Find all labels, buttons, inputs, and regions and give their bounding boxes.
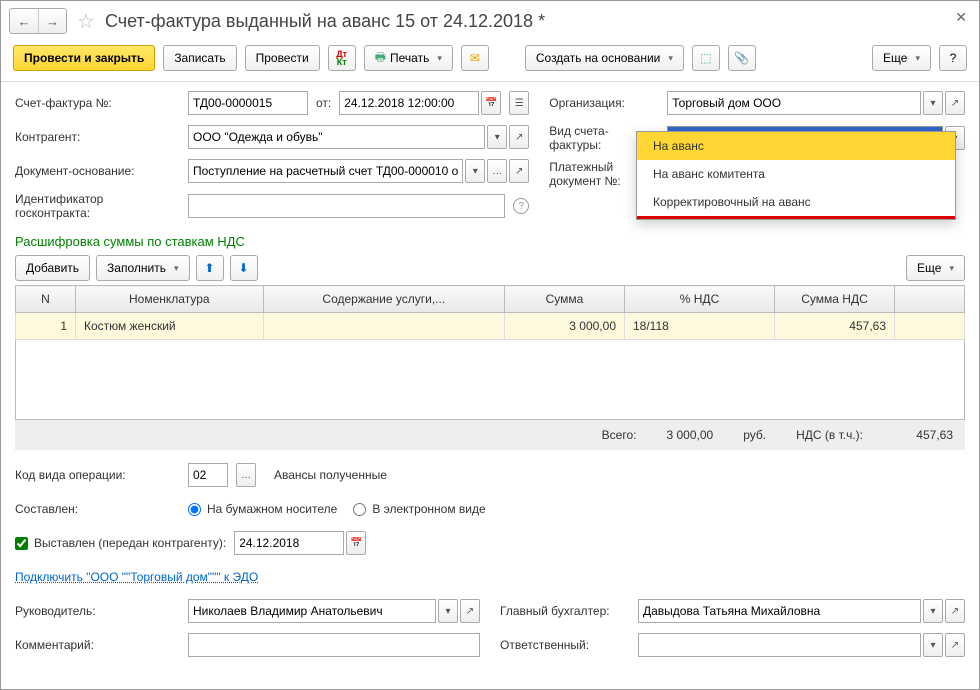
help-icon[interactable]: ?: [513, 198, 529, 214]
issued-date-input[interactable]: [234, 531, 344, 555]
invoice-number-label: Счет-фактура №:: [15, 96, 180, 110]
forward-button[interactable]: →: [38, 9, 66, 33]
organization-label: Организация:: [549, 96, 659, 110]
currency-label: руб.: [743, 428, 766, 442]
accountant-input[interactable]: [638, 599, 921, 623]
print-label: Печать: [390, 51, 429, 65]
director-input[interactable]: [188, 599, 436, 623]
electronic-radio[interactable]: В электронном виде: [353, 502, 485, 516]
gov-contract-label: Идентификатор госконтракта:: [15, 192, 180, 220]
open-icon[interactable]: ↗: [945, 633, 965, 657]
cell-vat-rate: 18/118: [625, 313, 775, 340]
table-more-button[interactable]: Еще: [906, 255, 965, 281]
basis-input[interactable]: [188, 159, 463, 183]
col-extra: [895, 286, 965, 313]
print-status-icon[interactable]: ☰: [509, 91, 529, 115]
responsible-label: Ответственный:: [500, 638, 630, 652]
calendar-icon[interactable]: 📅: [481, 91, 501, 115]
more-button[interactable]: Еще: [872, 45, 931, 71]
add-row-button[interactable]: Добавить: [15, 255, 90, 281]
open-icon[interactable]: ↗: [509, 159, 529, 183]
col-nomenclature[interactable]: Номенклатура: [76, 286, 264, 313]
gov-contract-input[interactable]: [188, 194, 505, 218]
col-n[interactable]: N: [16, 286, 76, 313]
counterparty-label: Контрагент:: [15, 130, 180, 144]
email-button[interactable]: ✉: [461, 45, 489, 71]
calendar-icon[interactable]: 📅: [346, 531, 366, 555]
table-empty-area: [15, 340, 965, 420]
invoice-number-input[interactable]: [188, 91, 308, 115]
cell-sum: 3 000,00: [505, 313, 625, 340]
table-row[interactable]: 1 Костюм женский 3 000,00 18/118 457,63: [16, 313, 965, 340]
total-label: Всего:: [602, 428, 637, 442]
comment-input[interactable]: [188, 633, 480, 657]
op-code-select-button[interactable]: …: [236, 463, 256, 487]
select-icon[interactable]: ▾: [487, 125, 507, 149]
print-button[interactable]: 🖶 Печать: [364, 45, 453, 71]
counterparty-input[interactable]: [188, 125, 485, 149]
dropdown-highlight: [637, 216, 955, 219]
op-code-desc: Авансы полученные: [274, 468, 387, 482]
cell-vat-sum: 457,63: [775, 313, 895, 340]
totals-bar: Всего: 3 000,00 руб. НДС (в т.ч.): 457,6…: [15, 420, 965, 450]
favorite-icon[interactable]: ☆: [73, 9, 99, 34]
col-vat-rate[interactable]: % НДС: [625, 286, 775, 313]
composed-label: Составлен:: [15, 502, 180, 516]
basis-label: Документ-основание:: [15, 164, 180, 178]
list-icon[interactable]: …: [487, 159, 507, 183]
select-icon[interactable]: ▾: [923, 633, 943, 657]
select-icon[interactable]: ▾: [438, 599, 458, 623]
open-icon[interactable]: ↗: [460, 599, 480, 623]
close-icon[interactable]: ✕: [955, 9, 967, 26]
accountant-label: Главный бухгалтер:: [500, 604, 630, 618]
invoice-type-dropdown: На аванс На аванс комитента Корректирово…: [636, 131, 956, 220]
cell-service: [263, 313, 504, 340]
attach-button[interactable]: 📎: [728, 45, 756, 71]
structure-button[interactable]: ⬚: [692, 45, 720, 71]
help-button[interactable]: ?: [939, 45, 967, 71]
col-sum[interactable]: Сумма: [505, 286, 625, 313]
responsible-input[interactable]: [638, 633, 921, 657]
paper-radio[interactable]: На бумажном носителе: [188, 502, 337, 516]
vat-total-label: НДС (в т.ч.):: [796, 428, 863, 442]
nav-buttons: ← →: [9, 8, 67, 34]
vat-section-header: Расшифровка суммы по ставкам НДС: [15, 234, 965, 249]
total-value: 3 000,00: [666, 428, 713, 442]
select-icon[interactable]: ▾: [923, 91, 943, 115]
open-icon[interactable]: ↗: [509, 125, 529, 149]
dropdown-option[interactable]: На аванс: [637, 132, 955, 160]
save-button[interactable]: Записать: [163, 45, 236, 71]
cell-n: 1: [16, 313, 76, 340]
vat-total-value: 457,63: [893, 428, 953, 442]
col-service[interactable]: Содержание услуги,...: [263, 286, 504, 313]
back-button[interactable]: ←: [10, 9, 38, 33]
open-icon[interactable]: ↗: [945, 91, 965, 115]
cell-nomenclature: Костюм женский: [76, 313, 264, 340]
move-down-button[interactable]: ⬇: [230, 255, 258, 281]
date-input[interactable]: [339, 91, 479, 115]
col-vat-sum[interactable]: Сумма НДС: [775, 286, 895, 313]
op-code-label: Код вида операции:: [15, 468, 180, 482]
comment-label: Комментарий:: [15, 638, 180, 652]
organization-input[interactable]: [667, 91, 921, 115]
select-icon[interactable]: ▾: [465, 159, 485, 183]
create-based-button[interactable]: Создать на основании: [525, 45, 684, 71]
post-button[interactable]: Провести: [245, 45, 320, 71]
select-icon[interactable]: ▾: [923, 599, 943, 623]
move-up-button[interactable]: ⬆: [196, 255, 224, 281]
open-icon[interactable]: ↗: [945, 599, 965, 623]
vat-table: N Номенклатура Содержание услуги,... Сум…: [15, 285, 965, 340]
issued-checkbox[interactable]: Выставлен (передан контрагенту):: [15, 536, 226, 550]
dropdown-option[interactable]: На аванс комитента: [637, 160, 955, 188]
edo-link[interactable]: Подключить "ООО ""Торговый дом""" к ЭДО: [15, 570, 258, 584]
page-title: Счет-фактура выданный на аванс 15 от 24.…: [105, 11, 971, 32]
from-label: от:: [316, 96, 331, 110]
fill-button[interactable]: Заполнить: [96, 255, 189, 281]
dropdown-option[interactable]: Корректировочный на аванс: [637, 188, 955, 216]
dtkt-button[interactable]: ДтКт: [328, 45, 356, 71]
post-and-close-button[interactable]: Провести и закрыть: [13, 45, 155, 71]
op-code-input[interactable]: [188, 463, 228, 487]
director-label: Руководитель:: [15, 604, 180, 618]
